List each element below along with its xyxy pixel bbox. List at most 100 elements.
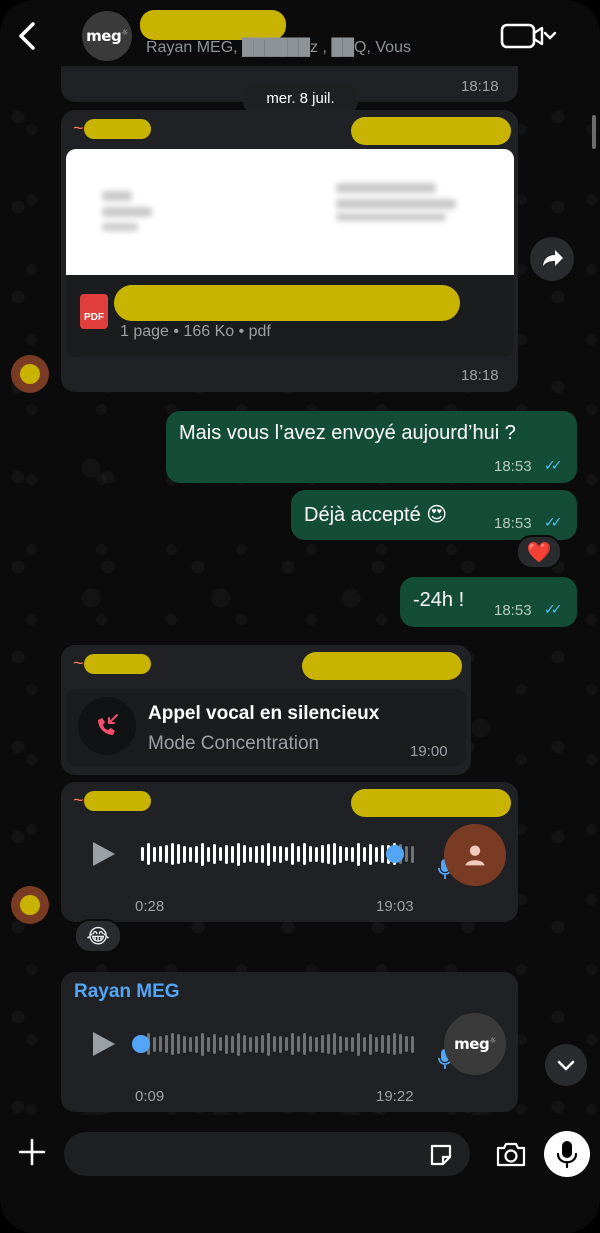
waveform-bar [399,1034,402,1054]
waveform-bar [183,845,186,863]
pdf-preview[interactable] [66,149,514,275]
waveform-bar [243,845,246,863]
plus-icon[interactable] [18,1138,46,1166]
waveform-bar [165,845,168,863]
voice-duration: 0:28 [135,898,165,915]
waveform-bar [249,1036,252,1052]
waveform-bar [273,846,276,862]
sender-prefix: ~ [73,790,84,810]
sender-avatar[interactable] [11,886,49,924]
waveform-bar [159,846,162,862]
waveform-bar [369,1033,372,1055]
sender-name[interactable]: Rayan MEG [74,981,180,1003]
waveform-bar [297,846,300,862]
video-camera-icon[interactable] [500,22,560,50]
waveform-bar [351,1036,354,1052]
waveform-bar [321,1035,324,1053]
waveform-bar [261,845,264,863]
waveform-bar [291,1033,294,1055]
play-button[interactable] [93,842,115,866]
waveform-bar [363,1036,366,1052]
avatar-logo: meg☼ [86,27,128,45]
message-time: 18:53 [494,458,532,475]
waveform-bar [309,846,312,862]
waveform-bar [177,1034,180,1054]
voice-waveform[interactable] [141,839,414,869]
waveform-bar [201,842,204,866]
missed-call-card[interactable]: Appel vocal en silencieux Mode Concentra… [66,689,466,766]
waveform-bar [189,1036,192,1052]
waveform-bar [411,845,414,863]
person-icon [465,845,485,866]
waveform-bar [291,843,294,865]
voice-duration: 0:09 [135,1088,165,1105]
waveform-bar [315,1036,318,1052]
group-avatar[interactable]: meg☼ [82,11,132,61]
microphone-button[interactable] [544,1131,590,1177]
scroll-down-button[interactable] [545,1044,587,1086]
waveform-bar [249,846,252,862]
waveform-bar [147,843,150,865]
sender-avatar[interactable]: meg☼ [444,1013,506,1075]
laugh-reaction[interactable]: 😂 [74,919,122,953]
waveform-bar [183,1035,186,1053]
chat-screen: meg☼ Rayan MEG, ██████z , ██Q, Vous 18:1… [0,0,600,1233]
waveform-bar [345,847,348,861]
pdf-info[interactable]: PDF 1 page • 166 Ko • pdf [66,275,514,357]
waveform-bar [297,1036,300,1052]
sender-prefix: ~ [73,653,84,673]
waveform-bar [381,1035,384,1053]
outgoing-message[interactable]: -24h ! 18:53 ✓✓ [400,577,577,627]
waveform-bar [165,1035,168,1053]
waveform-bar [285,1037,288,1051]
waveform-bar [141,847,144,861]
sticker-icon[interactable] [428,1142,454,1168]
waveform-bar [255,1035,258,1053]
playback-position[interactable] [385,845,404,863]
heart-reaction[interactable]: ❤️ [516,535,562,569]
waveform-bar [219,847,222,861]
chevron-left-icon[interactable] [12,18,42,54]
waveform-bar [303,1033,306,1055]
waveform-bar [171,843,174,865]
sender-avatar[interactable] [11,355,49,393]
waveform-bar [381,845,384,863]
waveform-bar [375,1036,378,1052]
playback-position[interactable] [132,1035,150,1053]
waveform-bar [357,1032,360,1056]
sender-name-redacted [84,654,151,674]
waveform-bar [363,846,366,862]
call-subtitle: Mode Concentration [148,733,320,754]
message-time: 19:22 [376,1088,414,1105]
waveform-bar [285,847,288,861]
outgoing-message[interactable]: Mais vous l’avez envoyé aujourd’hui ? 18… [166,411,577,483]
play-button[interactable] [93,1032,115,1056]
avatar-logo: meg☼ [454,1035,496,1053]
waveform-bar [375,846,378,862]
waveform-bar [339,845,342,863]
group-name-redacted[interactable] [140,10,286,40]
message-input[interactable] [64,1132,470,1176]
forward-icon[interactable] [530,237,574,281]
outgoing-message[interactable]: Déjà accepté 😍 18:53 ✓✓ [291,490,577,540]
read-receipt-icon: ✓✓ [544,601,563,617]
waveform-bar [189,846,192,862]
group-members[interactable]: Rayan MEG, ██████z , ██Q, Vous [146,39,411,57]
waveform-bar [279,1035,282,1053]
waveform-bar [315,846,318,862]
waveform-bar [273,1036,276,1052]
sender-prefix: ~ [73,118,84,138]
waveform-bar [243,1035,246,1053]
waveform-bar [279,845,282,863]
waveform-bar [231,1035,234,1053]
scrollbar[interactable] [592,115,596,149]
waveform-bar [231,845,234,863]
sender-avatar[interactable] [444,824,506,886]
voice-waveform[interactable] [141,1029,414,1059]
waveform-bar [405,1036,408,1052]
blurred-text [336,199,456,209]
camera-icon[interactable] [495,1140,527,1168]
waveform-bar [405,846,408,862]
waveform-bar [159,1036,162,1052]
waveform-bar [255,845,258,863]
